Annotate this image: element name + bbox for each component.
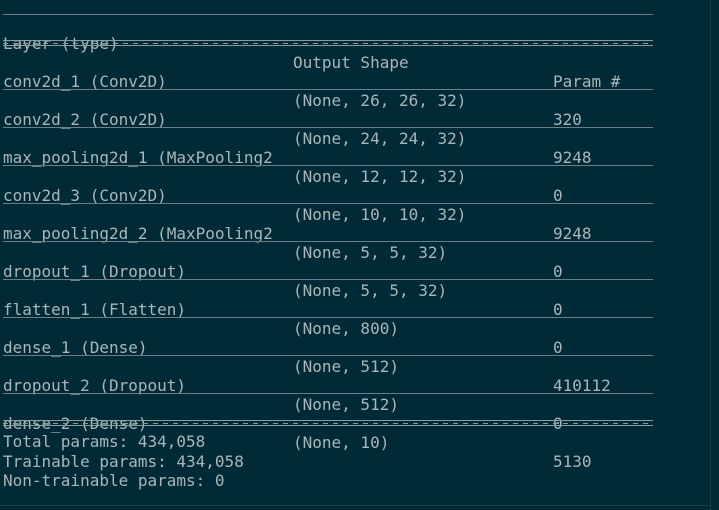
row-divider	[3, 165, 653, 166]
param-count: 5130	[553, 452, 592, 471]
trainable-params: Trainable params: 434,058	[3, 452, 244, 471]
row-divider	[3, 317, 653, 318]
total-params: Total params: 434,058	[3, 432, 206, 451]
row-divider	[3, 279, 653, 280]
table-row: max_pooling2d_2 (MaxPooling2 (None, 5, 5…	[3, 205, 703, 281]
table-row: dropout_2 (Dropout) (None, 512) 0	[3, 357, 703, 433]
header-double-divider	[3, 40, 653, 46]
row-divider	[3, 203, 653, 204]
table-header: Layer (type) Output Shape Param #	[3, 15, 703, 91]
footer-double-divider	[3, 420, 653, 426]
row-divider	[3, 127, 653, 128]
table-row: dropout_1 (Dropout) (None, 5, 5, 32) 0	[3, 243, 703, 319]
table-row: dense_2 (Dense) (None, 10) 5130	[3, 395, 703, 471]
table-row: conv2d_1 (Conv2D) (None, 26, 26, 32) 320	[3, 53, 703, 129]
terminal-frame-bottom-edge	[0, 505, 710, 506]
output-shape: (None, 10)	[293, 433, 390, 452]
row-divider	[3, 355, 653, 356]
row-divider	[3, 241, 653, 242]
terminal-frame-right-edge	[710, 0, 711, 510]
table-row: conv2d_2 (Conv2D) (None, 24, 24, 32) 924…	[3, 91, 703, 167]
table-row: max_pooling2d_1 (MaxPooling2 (None, 12, …	[3, 129, 703, 205]
table-row: dense_1 (Dense) (None, 512) 410112	[3, 319, 703, 395]
table-row: flatten_1 (Flatten) (None, 800) 0	[3, 281, 703, 357]
row-divider	[3, 89, 653, 90]
non-trainable-params: Non-trainable params: 0	[3, 471, 225, 490]
terminal-output: Layer (type) Output Shape Param # conv2d…	[0, 0, 719, 510]
table-row: conv2d_3 (Conv2D) (None, 10, 10, 32) 924…	[3, 167, 703, 243]
row-divider	[3, 393, 653, 394]
